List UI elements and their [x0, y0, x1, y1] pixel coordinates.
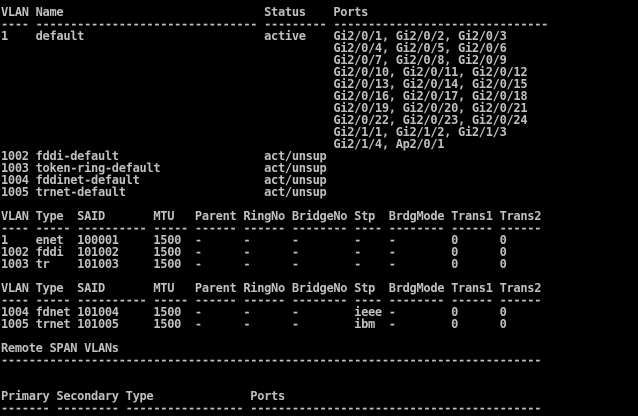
terminal-line: 1005 trnet 101005 1500 - - - ibm - 0 0: [1, 317, 507, 331]
terminal-line: 1005 trnet-default act/unsup: [1, 185, 327, 199]
terminal-line: ------- --------- ----------------- ----…: [1, 401, 542, 415]
terminal-line: ----------------------------------------…: [1, 353, 542, 367]
terminal-window[interactable]: VLAN Name Status Ports ---- ------------…: [0, 0, 638, 416]
terminal-line: 1003 tr 101003 1500 - - - - - 0 0: [1, 257, 507, 271]
